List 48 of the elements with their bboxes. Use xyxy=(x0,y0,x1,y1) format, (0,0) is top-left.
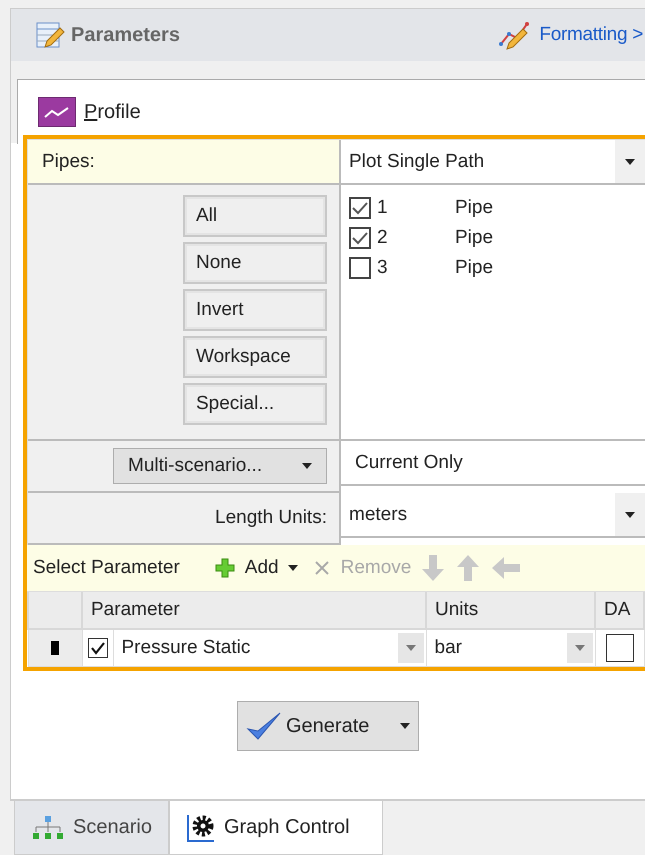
length-units-dropdown[interactable]: meters xyxy=(341,493,645,538)
column-header: DA xyxy=(595,592,644,629)
multi-scenario-button[interactable]: Multi-scenario... xyxy=(113,448,327,484)
add-button[interactable]: Add xyxy=(214,557,279,579)
scenario-value: Current Only xyxy=(354,452,463,474)
generate-button[interactable]: Generate xyxy=(237,701,419,751)
bottom-tab[interactable]: Graph Control xyxy=(168,801,383,855)
pipe-type: Pipe xyxy=(455,257,494,279)
parameter-dropdown[interactable]: Pressure Static xyxy=(113,629,426,666)
dropdown-arrow-icon xyxy=(302,463,312,469)
pipe-checkbox[interactable] xyxy=(349,257,371,279)
selection-button[interactable]: Invert xyxy=(183,289,327,331)
selection-button[interactable]: All xyxy=(183,195,327,237)
dropdown-arrow-icon xyxy=(406,645,416,651)
row-checkbox[interactable] xyxy=(88,638,108,658)
close-icon xyxy=(312,559,331,577)
dropdown-arrow-icon xyxy=(625,158,635,164)
bottom-tab[interactable]: Scenario xyxy=(14,801,169,855)
dropdown-arrow-icon[interactable] xyxy=(288,565,298,571)
column-header: Units xyxy=(426,592,595,629)
pipe-checkbox[interactable] xyxy=(349,227,371,249)
selection-button[interactable]: Workspace xyxy=(183,336,327,378)
formatting-link[interactable]: Formatting > xyxy=(539,24,643,46)
pipe-type: Pipe xyxy=(455,227,494,249)
da-checkbox[interactable] xyxy=(606,634,634,662)
selection-button[interactable]: Special... xyxy=(183,383,327,425)
pipe-checkbox[interactable] xyxy=(349,197,371,219)
path-mode-dropdown[interactable]: Plot Single Path xyxy=(341,140,645,185)
length-units-label: Length Units: xyxy=(215,507,327,529)
gear-chart-icon xyxy=(186,812,216,842)
pipe-number: 3 xyxy=(376,257,389,279)
pipe-type: Pipe xyxy=(455,197,494,219)
toolbar-title: Select Parameter xyxy=(33,557,180,579)
selection-button[interactable]: None xyxy=(183,242,327,284)
pipe-number: 2 xyxy=(376,227,389,249)
hierarchy-icon xyxy=(31,814,65,842)
dropdown-arrow-icon xyxy=(574,645,584,651)
dropdown-arrow-icon xyxy=(625,512,635,518)
dropdown-arrow-icon xyxy=(400,723,410,729)
row-selector-icon xyxy=(51,641,59,655)
line-chart-icon xyxy=(38,97,76,127)
plus-icon xyxy=(214,558,235,578)
panel-title: Parameters xyxy=(71,24,180,46)
units-dropdown[interactable]: bar xyxy=(426,629,595,666)
column-header: Parameter xyxy=(82,592,426,629)
pipes-label: Pipes: xyxy=(42,150,95,172)
table-pencil-icon xyxy=(35,20,65,50)
pipe-number: 1 xyxy=(376,197,389,219)
